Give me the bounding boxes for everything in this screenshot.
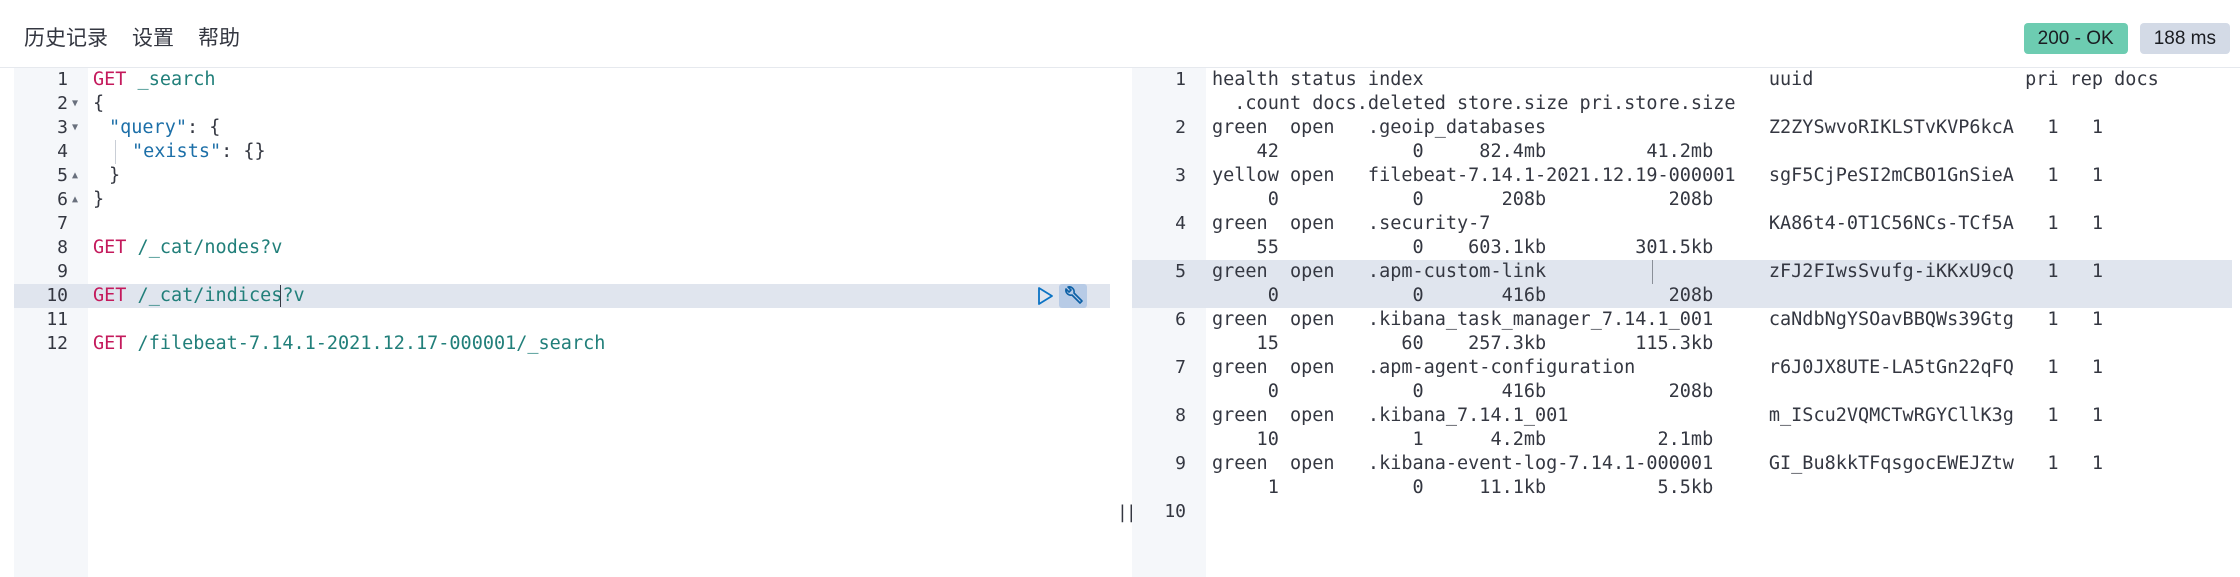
line-number: 3 bbox=[1175, 165, 1186, 186]
line-number: 8 bbox=[57, 237, 68, 258]
editor-line[interactable]: 3 ▼ "query": { bbox=[14, 116, 1110, 140]
editor-line[interactable]: 7 bbox=[14, 212, 1110, 236]
output-line: 2 green open .geoip_databases Z2ZYSwvoRI… bbox=[1132, 116, 2232, 164]
output-text: green open .kibana_task_manager_7.14.1_0… bbox=[1212, 309, 2104, 330]
output-line: 3 yellow open filebeat-7.14.1-2021.12.19… bbox=[1132, 164, 2232, 212]
line-number: 9 bbox=[57, 261, 68, 282]
code-text: : { bbox=[186, 117, 221, 138]
editor-line[interactable]: 4 "exists": {} bbox=[14, 140, 1110, 164]
output-line: 4 green open .security-7 KA86t4-0T1C56NC… bbox=[1132, 212, 2232, 260]
line-number: 5 bbox=[1175, 261, 1186, 282]
request-path: /_cat/nodes?v bbox=[126, 237, 283, 258]
http-method: GET bbox=[93, 237, 127, 258]
editor-line[interactable]: 9 bbox=[14, 260, 1110, 284]
pane-resize-handle[interactable]: || bbox=[1110, 68, 1137, 577]
line-number: 11 bbox=[46, 309, 68, 330]
response-time-badge: 188 ms bbox=[2139, 23, 2230, 54]
output-text: health status index uuid pri rep docs bbox=[1212, 69, 2159, 90]
editor-line-active[interactable]: 10 GET /_cat/indices?v bbox=[14, 284, 1110, 308]
editor-line[interactable]: 5 ▲ } bbox=[14, 164, 1110, 188]
output-text-wrap: 10 1 4.2mb 2.1mb bbox=[1212, 429, 1714, 450]
output-text: green open .apm-agent-configuration r6J0… bbox=[1212, 357, 2104, 378]
line-number: 6 bbox=[57, 189, 68, 210]
line-number: 9 bbox=[1175, 453, 1186, 474]
http-method: GET bbox=[93, 285, 127, 306]
play-icon[interactable] bbox=[1034, 285, 1056, 307]
output-text-wrap: 55 0 603.1kb 301.5kb bbox=[1212, 237, 1714, 258]
fold-end-icon[interactable]: ▲ bbox=[72, 164, 78, 188]
request-path: /filebeat-7.14.1-2021.12.17-000001/_sear… bbox=[126, 333, 606, 354]
console-toolbar: 历史记录 设置 帮助 200 - OK 188 ms bbox=[0, 0, 2240, 68]
output-text-wrap: 0 0 416b 208b bbox=[1212, 381, 1714, 402]
top-menu: 历史记录 设置 帮助 bbox=[24, 24, 264, 52]
wrench-icon[interactable] bbox=[1059, 284, 1087, 308]
line-number: 1 bbox=[1175, 69, 1186, 90]
output-text-wrap: .count docs.deleted store.size pri.store… bbox=[1212, 93, 1736, 114]
line-number: 3 bbox=[57, 117, 68, 138]
output-line: 7 green open .apm-agent-configuration r6… bbox=[1132, 356, 2232, 404]
status-code-badge: 200 - OK bbox=[2023, 23, 2128, 54]
editor-line[interactable]: 2 ▼ { bbox=[14, 92, 1110, 116]
output-line: 1 health status index uuid pri rep docs … bbox=[1132, 68, 2232, 116]
indent-guide bbox=[115, 140, 116, 164]
output-text-wrap: 0 0 416b 208b bbox=[1212, 285, 1714, 306]
text-cursor bbox=[280, 285, 281, 307]
http-method: GET bbox=[93, 333, 127, 354]
output-text: green open .kibana-event-log-7.14.1-0000… bbox=[1212, 453, 2104, 474]
line-number: 6 bbox=[1175, 309, 1186, 330]
history-menu-item[interactable]: 历史记录 bbox=[24, 24, 108, 52]
output-text: yellow open filebeat-7.14.1-2021.12.19-0… bbox=[1212, 165, 2104, 186]
output-text: green open .apm-custom-link zFJ2FIwsSvuf… bbox=[1212, 261, 2104, 282]
json-key: "query" bbox=[109, 117, 187, 138]
code-text: : {} bbox=[221, 141, 266, 162]
response-output[interactable]: 1 health status index uuid pri rep docs … bbox=[1132, 68, 2232, 577]
fold-toggle-icon[interactable]: ▼ bbox=[72, 116, 78, 140]
line-number: 10 bbox=[46, 285, 68, 306]
line-number: 5 bbox=[57, 165, 68, 186]
output-line-active: 5 green open .apm-custom-link zFJ2FIwsSv… bbox=[1132, 260, 2232, 308]
settings-menu-item[interactable]: 设置 bbox=[132, 24, 174, 52]
output-text: green open .kibana_7.14.1_001 m_IScu2VQM… bbox=[1212, 405, 2104, 426]
output-line: 6 green open .kibana_task_manager_7.14.1… bbox=[1132, 308, 2232, 356]
output-text-wrap: 15 60 257.3kb 115.3kb bbox=[1212, 333, 1714, 354]
editor-line[interactable]: 11 bbox=[14, 308, 1110, 332]
line-number: 2 bbox=[1175, 117, 1186, 138]
fold-end-icon[interactable]: ▲ bbox=[72, 188, 78, 212]
line-number: 4 bbox=[57, 141, 68, 162]
line-number: 12 bbox=[46, 333, 68, 354]
line-number: 10 bbox=[1164, 501, 1186, 522]
http-method: GET bbox=[93, 69, 127, 90]
request-editor[interactable]: 1 GET _search 2 ▼ { 3 ▼ "query": { 4 "ex… bbox=[14, 68, 1110, 577]
editor-line[interactable]: 1 GET _search bbox=[14, 68, 1110, 92]
output-line: 8 green open .kibana_7.14.1_001 m_IScu2V… bbox=[1132, 404, 2232, 452]
output-text-wrap: 1 0 11.1kb 5.5kb bbox=[1212, 477, 1714, 498]
code-text: } bbox=[109, 165, 121, 186]
output-line: 9 green open .kibana-event-log-7.14.1-00… bbox=[1132, 452, 2232, 500]
output-text-wrap: 42 0 82.4mb 41.2mb bbox=[1212, 141, 1714, 162]
editor-line[interactable]: 12 GET /filebeat-7.14.1-2021.12.17-00000… bbox=[14, 332, 1110, 356]
line-number: 2 bbox=[57, 93, 68, 114]
line-number: 4 bbox=[1175, 213, 1186, 234]
line-number: 7 bbox=[1175, 357, 1186, 378]
output-text-wrap: 0 0 208b 208b bbox=[1212, 189, 1714, 210]
request-path: _search bbox=[126, 69, 216, 90]
output-line: 10 bbox=[1132, 500, 2232, 548]
editor-line[interactable]: 8 GET /_cat/nodes?v bbox=[14, 236, 1110, 260]
line-number: 7 bbox=[57, 213, 68, 234]
editor-line[interactable]: 6 ▲ } bbox=[14, 188, 1110, 212]
line-number: 8 bbox=[1175, 405, 1186, 426]
request-path: /_cat/indices?v bbox=[126, 285, 305, 306]
fold-toggle-icon[interactable]: ▼ bbox=[72, 92, 78, 116]
json-key: "exists" bbox=[132, 141, 222, 162]
text-cursor bbox=[1652, 260, 1653, 284]
code-text: { bbox=[93, 93, 105, 114]
line-number: 1 bbox=[57, 69, 68, 90]
code-text: } bbox=[93, 189, 105, 210]
output-text: green open .security-7 KA86t4-0T1C56NCs-… bbox=[1212, 213, 2104, 234]
help-menu-item[interactable]: 帮助 bbox=[198, 24, 240, 52]
output-text: green open .geoip_databases Z2ZYSwvoRIKL… bbox=[1212, 117, 2104, 138]
response-status: 200 - OK 188 ms bbox=[2023, 23, 2230, 54]
